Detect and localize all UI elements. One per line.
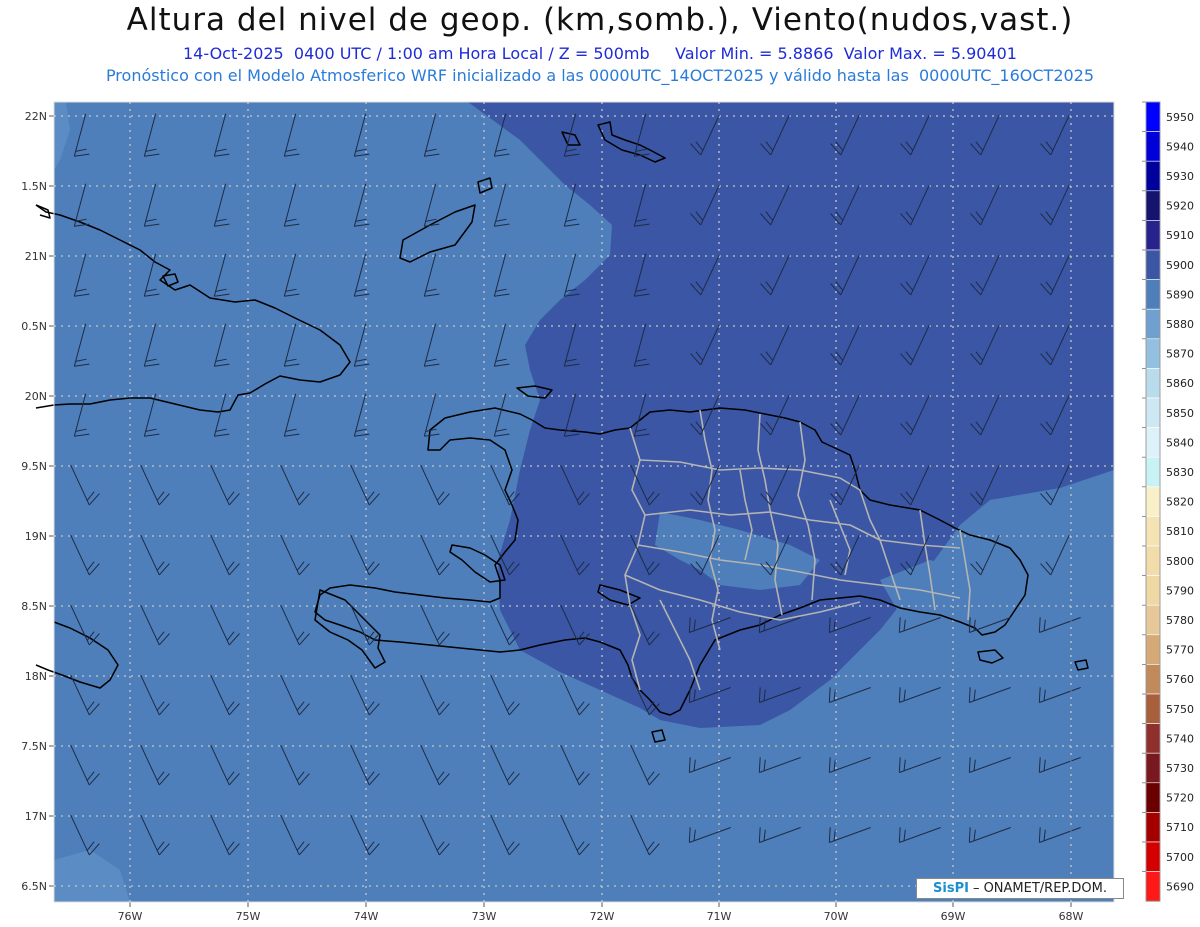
- colorbar-label: 5910: [1166, 229, 1194, 242]
- geopotential-field: [54, 102, 1114, 902]
- lat-label: 8.5N: [21, 600, 47, 613]
- colorbar-swatch: [1145, 693, 1161, 724]
- colorbar-label: 5850: [1166, 407, 1194, 420]
- colorbar-swatch: [1145, 190, 1161, 221]
- lon-label: 72W: [590, 910, 615, 923]
- colorbar-swatch: [1145, 160, 1161, 192]
- colorbar-swatch: [1145, 841, 1161, 872]
- lat-label: 21N: [25, 250, 47, 263]
- colorbar-label: 5870: [1166, 348, 1194, 361]
- colorbar-label: 5790: [1166, 584, 1194, 597]
- colorbar-swatch: [1145, 752, 1161, 784]
- colorbar-swatch: [1145, 249, 1161, 280]
- colorbar-swatch: [1145, 516, 1161, 547]
- colorbar-label: 5810: [1166, 525, 1194, 538]
- colorbar-swatch: [1145, 368, 1161, 399]
- colorbar-label: 5730: [1166, 762, 1194, 775]
- colorbar-label: 5710: [1166, 821, 1194, 834]
- colorbar-label: 5920: [1166, 200, 1194, 213]
- lat-label: 7.5N: [21, 740, 47, 753]
- colorbar-swatch: [1145, 545, 1161, 576]
- map-subtitle-model: Pronóstico con el Modelo Atmosferico WRF…: [105, 66, 1095, 85]
- colorbar-swatch: [1145, 397, 1161, 428]
- lat-label: 20N: [25, 390, 47, 403]
- lon-label: 76W: [118, 910, 143, 923]
- lat-label: 1.5N: [21, 180, 47, 193]
- map-title: Altura del nivel de geop. (km,somb.), Vi…: [126, 2, 1074, 38]
- lon-label: 69W: [941, 910, 966, 923]
- colorbar-swatch: [1145, 664, 1161, 695]
- colorbar-label: 5860: [1166, 377, 1194, 390]
- lat-label: 19N: [25, 530, 47, 543]
- colorbar-swatch: [1145, 427, 1161, 458]
- lat-label: 22N: [25, 110, 47, 123]
- colorbar-label: 5840: [1166, 436, 1194, 449]
- colorbar-swatch: [1145, 812, 1161, 843]
- lon-label: 75W: [236, 910, 261, 923]
- colorbar-label: 5950: [1166, 111, 1194, 124]
- colorbar-swatch: [1145, 308, 1161, 340]
- credit-brand: SisPI: [933, 881, 969, 896]
- credit-box: SisPI – ONAMET/REP.DOM.: [916, 878, 1124, 899]
- weather-map: 22N 1.5N 21N 0.5N 20N 9.5N 19N 8.5N 18N 7.5N 17N 6.…: [21, 101, 1194, 923]
- colorbar-label: 5800: [1166, 555, 1194, 568]
- colorbar-label: 5720: [1166, 792, 1194, 805]
- lat-label: 9.5N: [21, 460, 47, 473]
- colorbar-label: 5830: [1166, 466, 1194, 479]
- colorbar-swatch: [1145, 782, 1161, 813]
- colorbar-swatch: [1145, 575, 1161, 606]
- colorbar-label: 5820: [1166, 496, 1194, 509]
- colorbar-label: 5940: [1166, 140, 1194, 153]
- colorbar-swatch: [1145, 723, 1161, 754]
- colorbar-swatch: [1145, 604, 1161, 636]
- colorbar-label: 5750: [1166, 703, 1194, 716]
- colorbar-label: 5690: [1166, 880, 1194, 893]
- colorbar-label: 5700: [1166, 851, 1194, 864]
- colorbar-swatch: [1145, 456, 1161, 488]
- lat-label: 6.5N: [21, 880, 47, 893]
- colorbar-label: 5930: [1166, 170, 1194, 183]
- colorbar-label: 5900: [1166, 259, 1194, 272]
- lon-label: 70W: [824, 910, 849, 923]
- colorbar-label: 5780: [1166, 614, 1194, 627]
- lat-label: 0.5N: [21, 320, 47, 333]
- colorbar-swatch: [1145, 634, 1161, 665]
- lon-label: 68W: [1059, 910, 1084, 923]
- lon-label: 71W: [707, 910, 732, 923]
- colorbar-label: 5770: [1166, 644, 1194, 657]
- colorbar-label: 5880: [1166, 318, 1194, 331]
- colorbar-label: 5740: [1166, 732, 1194, 745]
- lon-label: 73W: [472, 910, 497, 923]
- colorbar-label: 5760: [1166, 673, 1194, 686]
- colorbar-swatch: [1145, 220, 1161, 251]
- colorbar-swatch: [1145, 486, 1161, 517]
- colorbar-swatch: [1145, 101, 1161, 132]
- colorbar-label: 5890: [1166, 288, 1194, 301]
- colorbar-swatch: [1145, 338, 1161, 369]
- colorbar-swatch: [1145, 279, 1161, 310]
- colorbar: 5950 5940 5930 5920 5910 5900 5890 5880 5870 5860…: [1142, 101, 1194, 902]
- colorbar-swatch: [1145, 871, 1161, 902]
- map-subtitle-time: 14-Oct-2025 0400 UTC / 1:00 am Hora Loca…: [183, 44, 1017, 63]
- credit-text: – ONAMET/REP.DOM.: [972, 881, 1107, 896]
- lon-label: 74W: [354, 910, 379, 923]
- lat-label: 17N: [25, 810, 47, 823]
- colorbar-swatch: [1145, 131, 1161, 162]
- lat-label: 18N: [25, 670, 47, 683]
